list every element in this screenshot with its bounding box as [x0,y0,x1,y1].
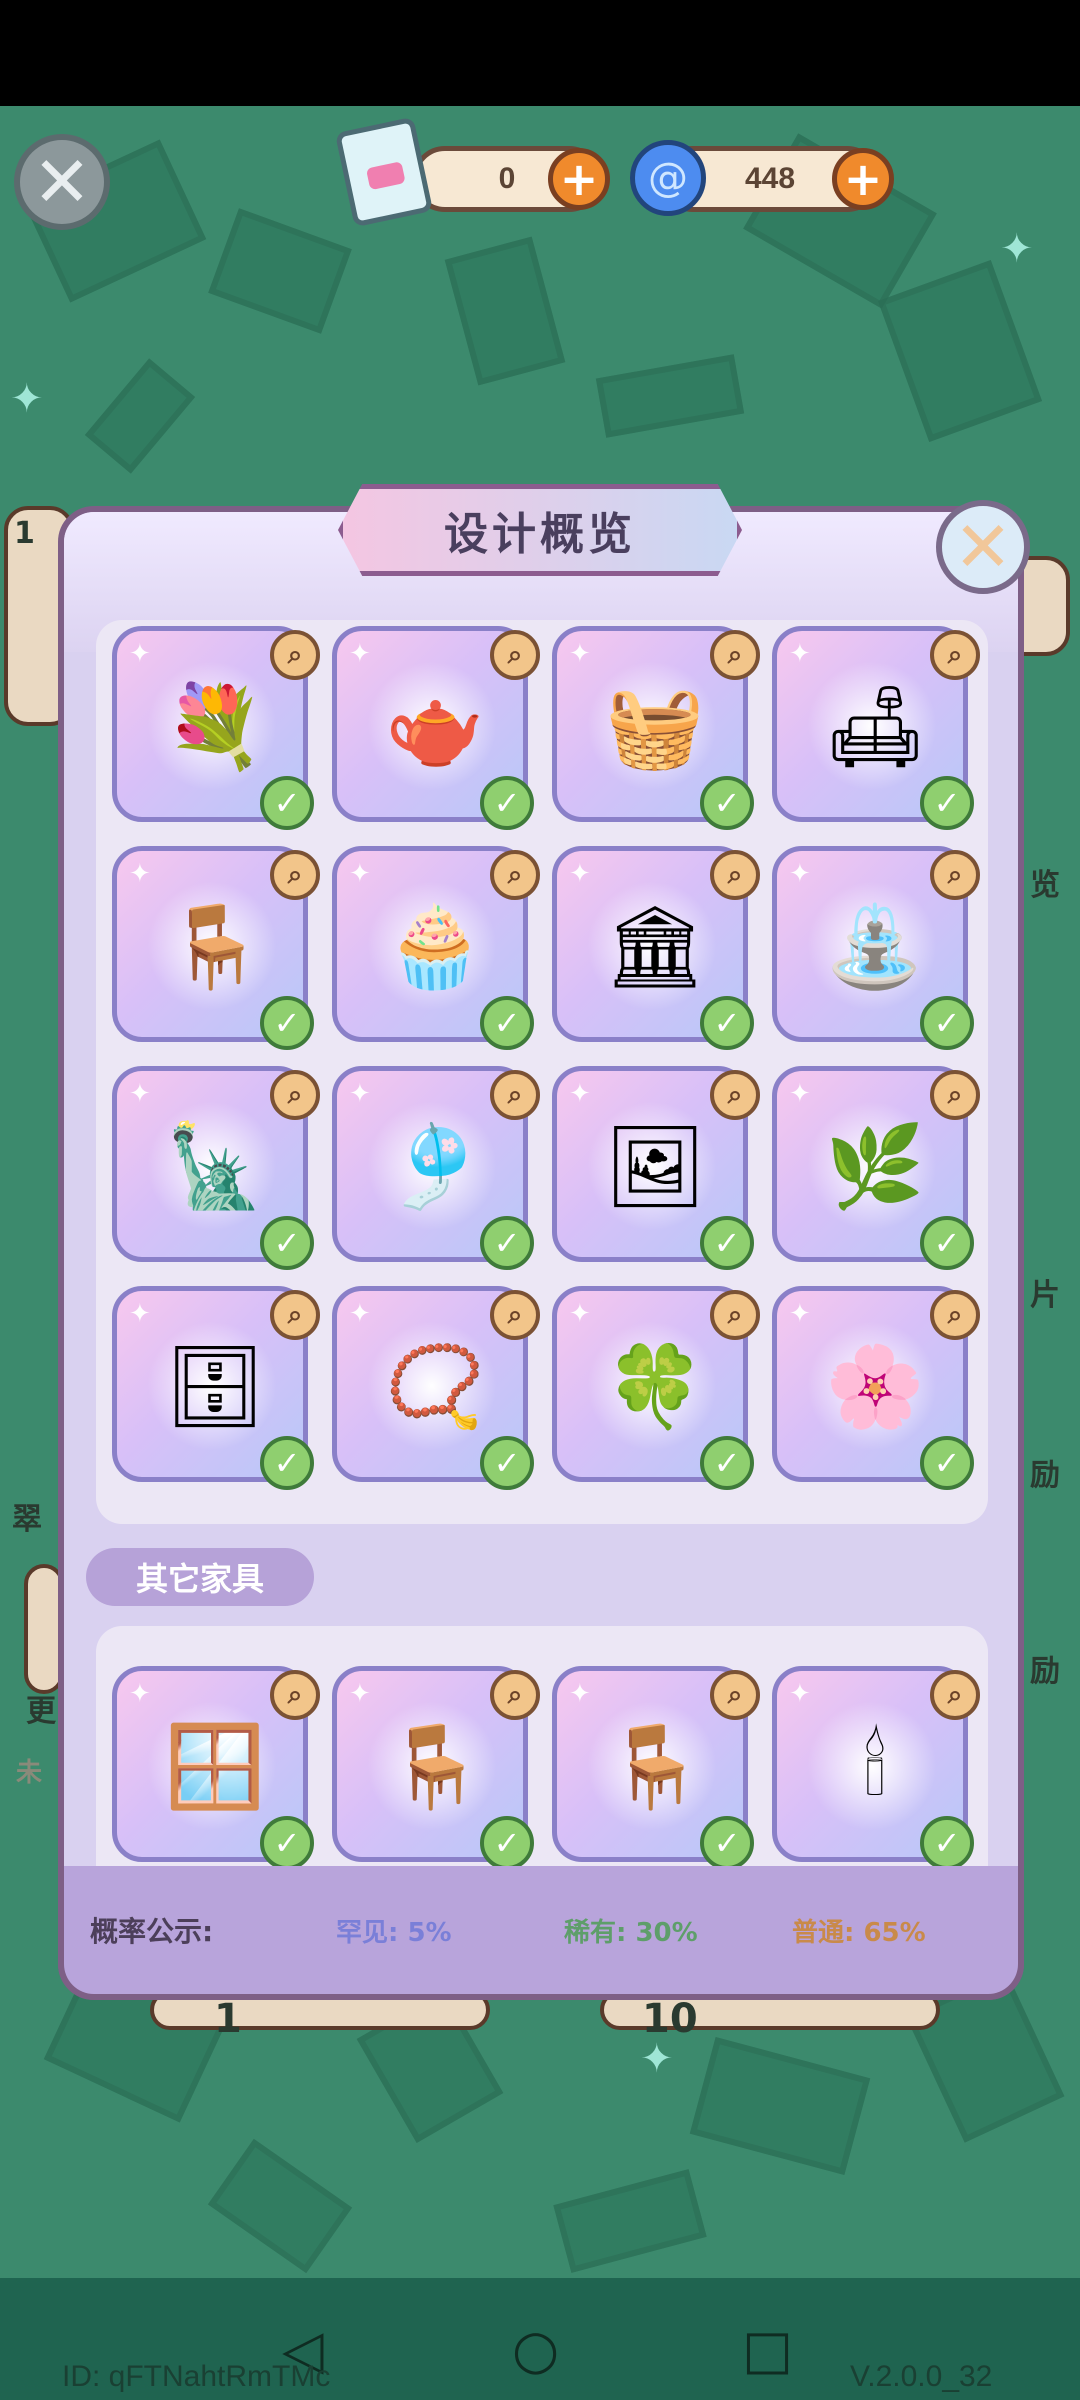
hanging-vines-icon: 🍀 [605,1340,705,1433]
probability-label: 概率公示: [90,1915,214,1948]
easel-icon: 🖼 [604,1120,706,1213]
draped-chair-icon: 🪑 [605,1720,705,1813]
owned-check-icon: ✓ [480,996,534,1050]
owned-check-icon: ✓ [480,1816,534,1870]
statue-icon: 🗽 [165,1120,265,1213]
behind-draw-count: 1 [214,1996,242,2042]
add-swirl-button[interactable]: + [832,148,894,210]
behind-label: 励 [1030,1458,1060,1493]
uncommon-rate: 稀有: 30% [564,1917,698,1948]
owned-check-icon: ✓ [260,776,314,830]
panel-title: 设计概览 [444,509,636,560]
curtain-icon: 🎐 [385,1120,485,1213]
owned-check-icon: ✓ [700,776,754,830]
other-furniture-grid: ✦ 🪟 ⌕ ✓ ✦ 🪑 ⌕ ✓ ✦ 🪑 ⌕ ✓ ✦ 🕯 ⌕ ✓ [96,1626,988,1870]
magnify-icon[interactable]: ⌕ [710,1290,760,1340]
panel-title-plate: 设计概览 [338,484,742,576]
lace-table-icon: 🧁 [385,900,485,993]
owned-check-icon: ✓ [480,1216,534,1270]
recents-nav-icon[interactable]: □ [742,2318,793,2381]
close-screen-button[interactable]: ✕ [14,134,110,230]
magnify-icon[interactable]: ⌕ [490,1670,540,1720]
swirl-currency-icon: @ [630,140,706,216]
owned-check-icon: ✓ [480,776,534,830]
furniture-grid: ✦ 💐 ⌕ ✓ ✦ 🫖 ⌕ ✓ ✦ 🧺 ⌕ ✓ ✦ 🛋 ⌕ ✓ ✦ 🪑 ⌕ ✓ ✦ 🧁 ⌕ ✓ ✦ 🏛 ⌕ ✓ ✦ ⛲ ⌕ ✓ ✦ 🗽 ⌕ ✓ ✦ 🎐 ⌕ ✓… [96,620,988,1524]
magnify-icon[interactable]: ⌕ [270,630,320,680]
owned-check-icon: ✓ [260,1216,314,1270]
owned-check-icon: ✓ [920,776,974,830]
add-ticket-button[interactable]: + [548,148,610,210]
magnify-icon[interactable]: ⌕ [710,1670,760,1720]
bead-string-icon: 📿 [385,1340,485,1433]
behind-label: 更 [26,1694,56,1729]
close-panel-button[interactable]: ✕ [936,500,1030,594]
common-rate: 普通: 65% [792,1917,926,1948]
owned-check-icon: ✓ [920,1436,974,1490]
magnify-icon[interactable]: ⌕ [490,630,540,680]
magnify-icon[interactable]: ⌕ [930,1290,980,1340]
owned-check-icon: ✓ [920,1216,974,1270]
owned-check-icon: ✓ [260,1816,314,1870]
watering-can-icon: 🫖 [385,680,485,773]
magnify-icon[interactable]: ⌕ [930,1070,980,1120]
flower-chair-icon: 🪑 [385,1720,485,1813]
behind-label: 览 [1030,868,1060,903]
rare-rate: 罕见: 5% [336,1917,452,1948]
player-id: ID: qFTNahtRmTMc [62,2360,331,2393]
magnify-icon[interactable]: ⌕ [490,1290,540,1340]
magnify-icon[interactable]: ⌕ [930,630,980,680]
round-stool-icon: 🪑 [165,900,265,993]
behind-label: 励 [1030,1654,1060,1689]
magnify-icon[interactable]: ⌕ [930,1670,980,1720]
balustrade-icon: 🏛 [604,900,706,993]
magnify-icon[interactable]: ⌕ [270,1670,320,1720]
owned-check-icon: ✓ [260,1436,314,1490]
flower-vase-icon: 💐 [165,680,265,773]
swirl-count: 448 [744,162,796,195]
owned-check-icon: ✓ [700,996,754,1050]
owned-check-icon: ✓ [920,996,974,1050]
behind-label: 翠 [12,1502,42,1537]
owned-check-icon: ✓ [700,1436,754,1490]
close-icon: ✕ [32,141,92,223]
folding-screen-icon: 🪟 [165,1720,265,1813]
magnify-icon[interactable]: ⌕ [930,850,980,900]
close-icon: ✕ [953,506,1013,588]
behind-draw-count: 10 [642,1996,698,2042]
probability-footer: 概率公示: 罕见: 5% 稀有: 30% 普通: 65% [58,1866,1024,2000]
behind-label: 未 [16,1758,43,1788]
wall-sconce-icon: 🕯 [863,1720,887,1813]
status-bar [0,0,1080,106]
owned-check-icon: ✓ [920,1816,974,1870]
wooden-shelf-icon: 🗄 [164,1340,266,1433]
sheet-cloth-icon: 🧺 [605,680,705,773]
behind-label: 片 [1030,1278,1060,1313]
magnify-icon[interactable]: ⌕ [710,1070,760,1120]
magnify-icon[interactable]: ⌕ [710,850,760,900]
rose-vine-icon: 🌸 [825,1340,925,1433]
owned-check-icon: ✓ [480,1436,534,1490]
sofa-icon: 🛋 [824,680,926,773]
owned-check-icon: ✓ [260,996,314,1050]
behind-badge: 1 [14,516,35,551]
vine-arch-icon: 🌿 [825,1120,925,1213]
section-other-furniture: 其它家具 [86,1548,314,1606]
owned-check-icon: ✓ [700,1216,754,1270]
version-label: V.2.0.0_32 [850,2360,993,2393]
home-nav-icon[interactable]: ○ [512,2318,559,2381]
owned-check-icon: ✓ [700,1816,754,1870]
birdbath-fountain-icon: ⛲ [825,900,925,993]
magnify-icon[interactable]: ⌕ [490,1070,540,1120]
ticket-count: 0 [498,162,516,195]
magnify-icon[interactable]: ⌕ [270,1070,320,1120]
magnify-icon[interactable]: ⌕ [270,850,320,900]
magnify-icon[interactable]: ⌕ [710,630,760,680]
magnify-icon[interactable]: ⌕ [270,1290,320,1340]
magnify-icon[interactable]: ⌕ [490,850,540,900]
